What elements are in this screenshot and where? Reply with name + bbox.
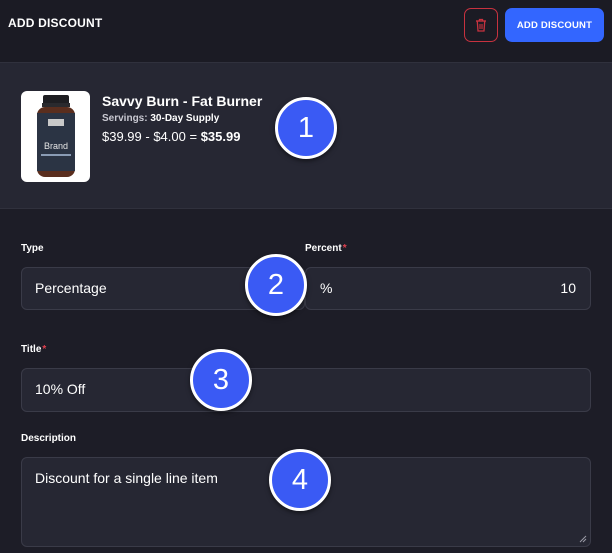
product-name: Savvy Burn - Fat Burner (102, 93, 263, 109)
header-bar: ADD DISCOUNT ADD DISCOUNT (0, 0, 612, 62)
product-servings: Servings: 30-Day Supply (102, 113, 219, 124)
percent-label-text: Percent (305, 243, 342, 254)
supplement-bottle-icon: Brand (37, 95, 75, 177)
percent-symbol: % (320, 280, 333, 296)
type-label: Type (21, 243, 44, 254)
trash-icon (476, 18, 486, 32)
annotation-badge-1: 1 (275, 97, 337, 159)
add-discount-button[interactable]: ADD DISCOUNT (505, 8, 604, 42)
description-value: Discount for a single line item (35, 470, 218, 486)
description-label: Description (21, 433, 77, 444)
title-input[interactable]: 10% Off (21, 368, 591, 412)
delete-button[interactable] (464, 8, 498, 42)
product-image: Brand (21, 91, 90, 182)
price-original: $39.99 (102, 129, 142, 144)
servings-label: Servings: (102, 113, 148, 124)
product-price: $39.99 - $4.00 = $35.99 (102, 129, 241, 144)
percent-input[interactable]: % 10 (305, 267, 591, 310)
annotation-badge-4: 4 (269, 449, 331, 511)
page-title: ADD DISCOUNT (8, 16, 103, 30)
title-label-text: Title (21, 344, 42, 355)
type-value: Percentage (35, 280, 107, 296)
resize-handle-icon[interactable] (578, 534, 587, 543)
percent-value: 10 (560, 280, 576, 296)
bottle-brand-text: Brand (44, 141, 68, 151)
required-mark: * (342, 243, 347, 254)
annotation-badge-3: 3 (190, 349, 252, 411)
required-mark: * (42, 344, 47, 355)
percent-label: Percent* (305, 243, 347, 254)
servings-value: 30-Day Supply (150, 113, 220, 124)
annotation-badge-2: 2 (245, 254, 307, 316)
price-discount: $4.00 (153, 129, 186, 144)
title-value: 10% Off (35, 381, 86, 397)
title-label: Title* (21, 344, 46, 355)
price-final: $35.99 (200, 129, 241, 144)
